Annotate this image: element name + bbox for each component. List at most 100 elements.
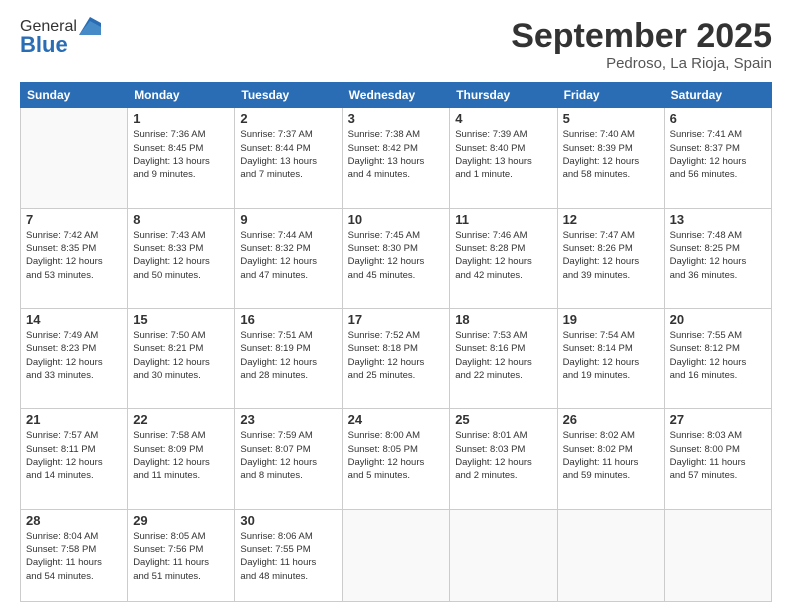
day-info: Sunrise: 7:51 AM Sunset: 8:19 PM Dayligh…: [240, 329, 336, 382]
day-number: 27: [670, 412, 766, 427]
day-number: 22: [133, 412, 229, 427]
day-info: Sunrise: 7:41 AM Sunset: 8:37 PM Dayligh…: [670, 128, 766, 181]
day-info: Sunrise: 8:01 AM Sunset: 8:03 PM Dayligh…: [455, 429, 551, 482]
day-cell: [342, 509, 450, 601]
day-info: Sunrise: 8:02 AM Sunset: 8:02 PM Dayligh…: [563, 429, 659, 482]
day-number: 21: [26, 412, 122, 427]
day-number: 15: [133, 312, 229, 327]
day-number: 30: [240, 513, 336, 528]
day-info: Sunrise: 7:52 AM Sunset: 8:18 PM Dayligh…: [348, 329, 445, 382]
day-number: 20: [670, 312, 766, 327]
weekday-header-saturday: Saturday: [664, 83, 771, 108]
header: General Blue September 2025 Pedroso, La …: [20, 18, 772, 72]
day-cell: [557, 509, 664, 601]
day-cell: 1Sunrise: 7:36 AM Sunset: 8:45 PM Daylig…: [128, 108, 235, 208]
day-info: Sunrise: 7:38 AM Sunset: 8:42 PM Dayligh…: [348, 128, 445, 181]
day-number: 11: [455, 212, 551, 227]
day-number: 7: [26, 212, 122, 227]
day-cell: [450, 509, 557, 601]
day-cell: 17 Sunrise: 7:52 AM Sunset: 8:18 PM Dayli…: [342, 309, 450, 409]
day-info: Sunrise: 7:46 AM Sunset: 8:28 PM Dayligh…: [455, 229, 551, 282]
day-cell: [664, 509, 771, 601]
day-info: Sunrise: 7:43 AM Sunset: 8:33 PM Dayligh…: [133, 229, 229, 282]
day-info: Sunrise: 7:44 AM Sunset: 8:32 PM Dayligh…: [240, 229, 336, 282]
day-cell: 15 Sunrise: 7:50 AM Sunset: 8:21 PM Dayli…: [128, 309, 235, 409]
day-info: Sunrise: 7:36 AM Sunset: 8:45 PM Dayligh…: [133, 128, 229, 181]
day-number: 3: [348, 111, 445, 126]
weekday-header-monday: Monday: [128, 83, 235, 108]
day-info: Sunrise: 7:49 AM Sunset: 8:23 PM Dayligh…: [26, 329, 122, 382]
week-row-3: 14 Sunrise: 7:49 AM Sunset: 8:23 PM Dayli…: [21, 309, 772, 409]
day-cell: 19Sunrise: 7:54 AM Sunset: 8:14 PM Dayli…: [557, 309, 664, 409]
day-cell: 20 Sunrise: 7:55 AM Sunset: 8:12 PM Dayli…: [664, 309, 771, 409]
day-number: 24: [348, 412, 445, 427]
day-number: 17: [348, 312, 445, 327]
day-number: 16: [240, 312, 336, 327]
day-number: 6: [670, 111, 766, 126]
weekday-header-thursday: Thursday: [450, 83, 557, 108]
day-cell: 10 Sunrise: 7:45 AM Sunset: 8:30 PM Dayli…: [342, 208, 450, 308]
day-number: 2: [240, 111, 336, 126]
day-number: 26: [563, 412, 659, 427]
day-cell: 7 Sunrise: 7:42 AM Sunset: 8:35 PM Daylig…: [21, 208, 128, 308]
day-cell: 26 Sunrise: 8:02 AM Sunset: 8:02 PM Dayli…: [557, 409, 664, 509]
day-number: 10: [348, 212, 445, 227]
week-row-4: 21 Sunrise: 7:57 AM Sunset: 8:11 PM Dayli…: [21, 409, 772, 509]
day-info: Sunrise: 7:37 AM Sunset: 8:44 PM Dayligh…: [240, 128, 336, 181]
day-number: 8: [133, 212, 229, 227]
day-cell: 8 Sunrise: 7:43 AM Sunset: 8:33 PM Daylig…: [128, 208, 235, 308]
day-cell: 12 Sunrise: 7:47 AM Sunset: 8:26 PM Dayli…: [557, 208, 664, 308]
day-cell: 28Sunrise: 8:04 AM Sunset: 7:58 PM Dayli…: [21, 509, 128, 601]
day-cell: 5 Sunrise: 7:40 AM Sunset: 8:39 PM Daylig…: [557, 108, 664, 208]
day-info: Sunrise: 7:50 AM Sunset: 8:21 PM Dayligh…: [133, 329, 229, 382]
day-cell: 6 Sunrise: 7:41 AM Sunset: 8:37 PM Daylig…: [664, 108, 771, 208]
weekday-header-wednesday: Wednesday: [342, 83, 450, 108]
day-cell: 13 Sunrise: 7:48 AM Sunset: 8:25 PM Dayli…: [664, 208, 771, 308]
day-info: Sunrise: 7:48 AM Sunset: 8:25 PM Dayligh…: [670, 229, 766, 282]
week-row-2: 7 Sunrise: 7:42 AM Sunset: 8:35 PM Daylig…: [21, 208, 772, 308]
day-info: Sunrise: 7:57 AM Sunset: 8:11 PM Dayligh…: [26, 429, 122, 482]
day-cell: 24 Sunrise: 8:00 AM Sunset: 8:05 PM Dayli…: [342, 409, 450, 509]
day-cell: 11 Sunrise: 7:46 AM Sunset: 8:28 PM Dayli…: [450, 208, 557, 308]
day-cell: 22 Sunrise: 7:58 AM Sunset: 8:09 PM Dayli…: [128, 409, 235, 509]
title-block: September 2025 Pedroso, La Rioja, Spain: [511, 18, 772, 72]
location: Pedroso, La Rioja, Spain: [511, 55, 772, 72]
day-info: Sunrise: 7:58 AM Sunset: 8:09 PM Dayligh…: [133, 429, 229, 482]
day-info: Sunrise: 8:06 AM Sunset: 7:55 PM Dayligh…: [240, 530, 336, 583]
day-info: Sunrise: 7:42 AM Sunset: 8:35 PM Dayligh…: [26, 229, 122, 282]
day-cell: 25Sunrise: 8:01 AM Sunset: 8:03 PM Dayli…: [450, 409, 557, 509]
day-info: Sunrise: 7:47 AM Sunset: 8:26 PM Dayligh…: [563, 229, 659, 282]
day-number: 12: [563, 212, 659, 227]
day-cell: 23Sunrise: 7:59 AM Sunset: 8:07 PM Dayli…: [235, 409, 342, 509]
day-info: Sunrise: 7:40 AM Sunset: 8:39 PM Dayligh…: [563, 128, 659, 181]
day-number: 9: [240, 212, 336, 227]
day-number: 19: [563, 312, 659, 327]
day-info: Sunrise: 8:05 AM Sunset: 7:56 PM Dayligh…: [133, 530, 229, 583]
day-number: 14: [26, 312, 122, 327]
month-title: September 2025: [511, 18, 772, 55]
day-info: Sunrise: 7:59 AM Sunset: 8:07 PM Dayligh…: [240, 429, 336, 482]
weekday-header-row: SundayMondayTuesdayWednesdayThursdayFrid…: [21, 83, 772, 108]
day-info: Sunrise: 7:39 AM Sunset: 8:40 PM Dayligh…: [455, 128, 551, 181]
day-info: Sunrise: 7:53 AM Sunset: 8:16 PM Dayligh…: [455, 329, 551, 382]
day-cell: 21 Sunrise: 7:57 AM Sunset: 8:11 PM Dayli…: [21, 409, 128, 509]
day-cell: 29Sunrise: 8:05 AM Sunset: 7:56 PM Dayli…: [128, 509, 235, 601]
day-cell: 2 Sunrise: 7:37 AM Sunset: 8:44 PM Daylig…: [235, 108, 342, 208]
weekday-header-tuesday: Tuesday: [235, 83, 342, 108]
day-number: 5: [563, 111, 659, 126]
logo-icon: [79, 17, 101, 35]
day-number: 28: [26, 513, 122, 528]
day-cell: 16 Sunrise: 7:51 AM Sunset: 8:19 PM Dayli…: [235, 309, 342, 409]
day-cell: 4 Sunrise: 7:39 AM Sunset: 8:40 PM Daylig…: [450, 108, 557, 208]
day-cell: [21, 108, 128, 208]
weekday-header-sunday: Sunday: [21, 83, 128, 108]
calendar-table: SundayMondayTuesdayWednesdayThursdayFrid…: [20, 82, 772, 602]
day-cell: 14 Sunrise: 7:49 AM Sunset: 8:23 PM Dayli…: [21, 309, 128, 409]
day-info: Sunrise: 7:55 AM Sunset: 8:12 PM Dayligh…: [670, 329, 766, 382]
day-info: Sunrise: 8:00 AM Sunset: 8:05 PM Dayligh…: [348, 429, 445, 482]
day-cell: 30 Sunrise: 8:06 AM Sunset: 7:55 PM Dayli…: [235, 509, 342, 601]
day-number: 4: [455, 111, 551, 126]
day-info: Sunrise: 7:45 AM Sunset: 8:30 PM Dayligh…: [348, 229, 445, 282]
day-number: 13: [670, 212, 766, 227]
day-cell: 27Sunrise: 8:03 AM Sunset: 8:00 PM Dayli…: [664, 409, 771, 509]
